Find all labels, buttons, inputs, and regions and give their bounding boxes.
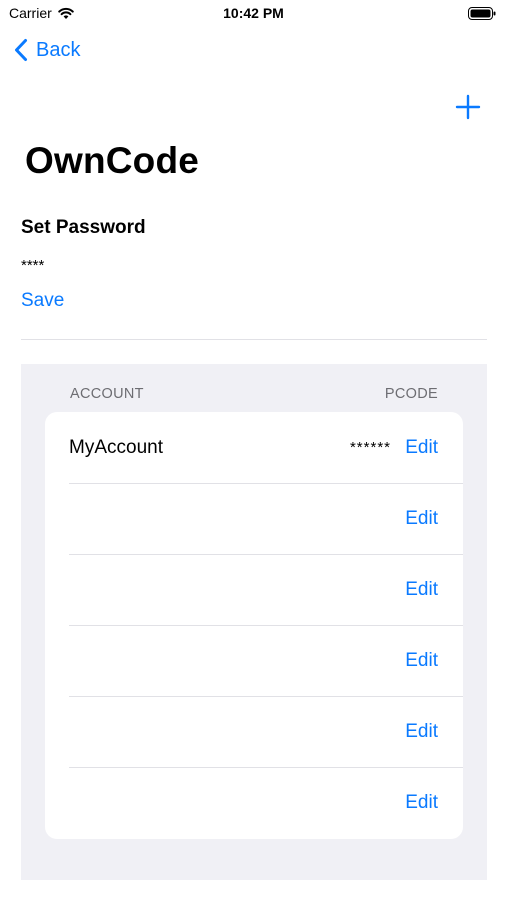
- account-column-header: ACCOUNT: [70, 386, 144, 402]
- plus-icon: [455, 94, 481, 120]
- row-pcode: ******: [349, 439, 391, 456]
- edit-button[interactable]: Edit: [405, 792, 438, 814]
- chevron-left-icon: [14, 38, 28, 62]
- table-row[interactable]: Edit: [45, 625, 463, 696]
- battery-icon: [468, 7, 496, 20]
- row-account-name: MyAccount: [69, 436, 163, 458]
- set-password-label: Set Password: [21, 217, 146, 238]
- add-button[interactable]: [455, 94, 481, 120]
- divider: [21, 339, 487, 340]
- page-title: OwnCode: [25, 140, 200, 181]
- table-row[interactable]: Edit: [45, 767, 463, 838]
- table-row[interactable]: MyAccount ****** Edit: [45, 412, 463, 483]
- accounts-list: MyAccount ****** Edit Edit Edit Edit Edi…: [45, 412, 463, 839]
- pcode-column-header: PCODE: [384, 386, 438, 402]
- edit-button[interactable]: Edit: [405, 437, 438, 459]
- save-button[interactable]: Save: [21, 290, 64, 312]
- status-time: 10:42 PM: [223, 5, 284, 21]
- password-field[interactable]: [21, 254, 481, 276]
- edit-button[interactable]: Edit: [405, 721, 438, 743]
- status-bar: Carrier 10:42 PM: [0, 0, 507, 28]
- edit-button[interactable]: Edit: [405, 579, 438, 601]
- app-screen: Carrier 10:42 PM Back OwnCode Set Passwo…: [0, 0, 507, 900]
- table-row[interactable]: Edit: [45, 483, 463, 554]
- edit-button[interactable]: Edit: [405, 650, 438, 672]
- table-row[interactable]: Edit: [45, 696, 463, 767]
- back-button[interactable]: Back: [14, 38, 80, 62]
- back-label: Back: [36, 38, 81, 61]
- edit-button[interactable]: Edit: [405, 508, 438, 530]
- table-row[interactable]: Edit: [45, 554, 463, 625]
